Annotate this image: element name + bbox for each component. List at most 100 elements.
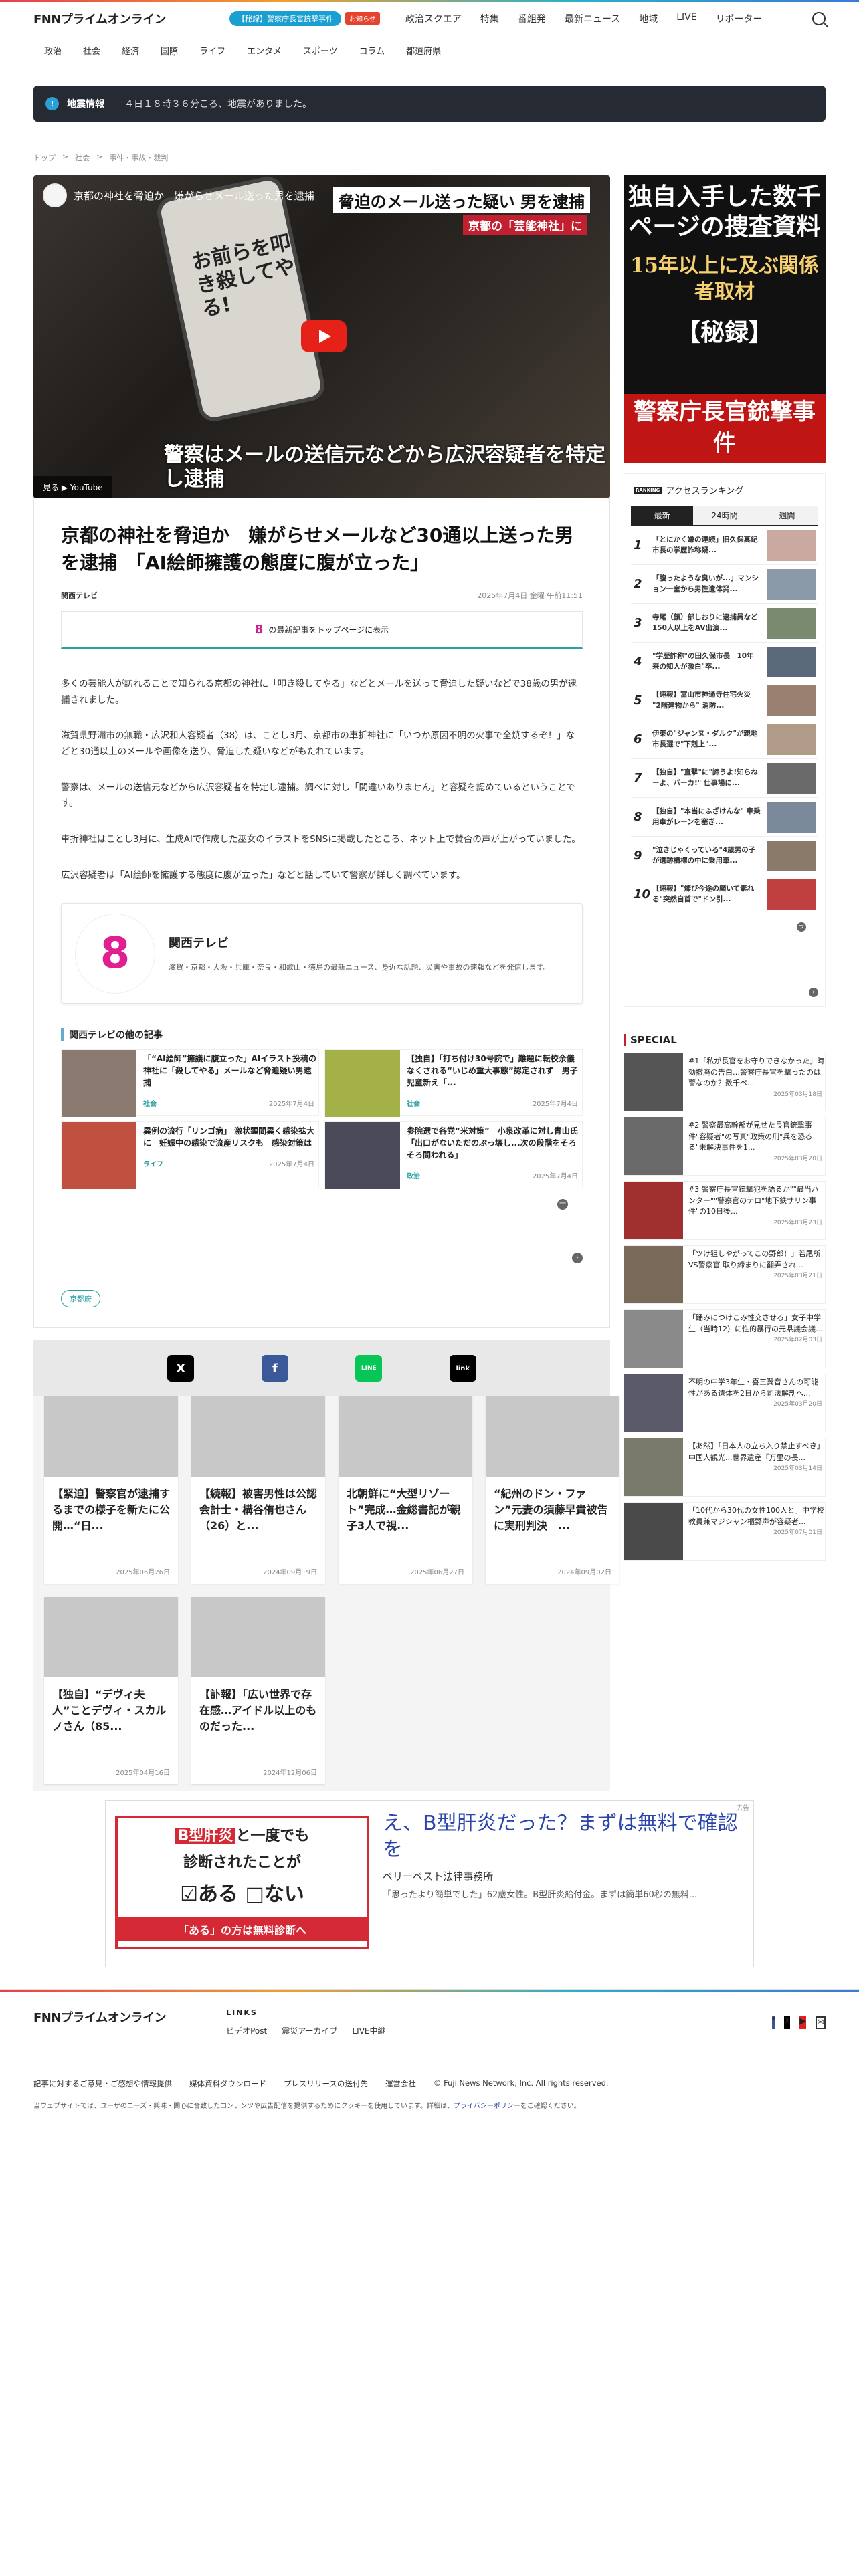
copy-link-icon[interactable]: link <box>449 1355 476 1382</box>
nav-politics-square[interactable]: 政治スクエア <box>396 12 471 25</box>
publisher-card[interactable]: 8 関西テレビ 滋賀・京都・大阪・兵庫・奈良・和歌山・徳島の最新ニュース、身近な… <box>61 903 583 1004</box>
breadcrumb-society[interactable]: 社会 <box>75 152 90 163</box>
ranking-item[interactable]: 3 寺尾（顔）部しおりに逮捕員など 150人以上をAV出演... <box>631 604 818 643</box>
recommended-card[interactable]: 【訃報】「広い世界で存在感…アイドル以上のものだった... 2024年12月06日 <box>191 1597 325 1785</box>
ranking-item[interactable]: 1 「とにかく嫌の連続」旧久保真紀市長の学歴詐称疑... <box>631 526 818 565</box>
other-article-item[interactable]: 「“AI絵師”擁護に腹立った」AIイラスト投稿の神社に「殺してやる」メールなど脅… <box>61 1049 319 1117</box>
special-item[interactable]: #2 警察最高幹部が見せた長官銃撃事件"容疑者"の写真"政策の刑"兵を恐るる"未… <box>624 1117 826 1176</box>
ranking-item[interactable]: 10 【速報】"燦び今途の顧いて素れる"突然自首で"ドン引... <box>631 875 818 914</box>
category-life[interactable]: ライフ <box>189 44 236 57</box>
footer-logo[interactable]: FNNプライムオンライン <box>33 2008 167 2026</box>
phone-image: お前らを叩き殺してやる! <box>159 178 323 420</box>
article-paragraph: 滋賀県野洲市の無職・広沢和人容疑者（38）は、ことし3月、京都市の車折神社に「い… <box>61 730 575 758</box>
x-icon[interactable]: X <box>784 2016 791 2030</box>
tab-latest[interactable]: 最新 <box>631 506 694 525</box>
share-line-icon[interactable]: LINE <box>355 1355 383 1382</box>
special-item[interactable]: 不明の中学3年生・喜三翼音さんの可能性がある遺体を2日から司法解剖へ... 202… <box>624 1374 826 1432</box>
article-thumbnail <box>325 1122 400 1190</box>
nav-reporter[interactable]: リポーター <box>706 12 772 25</box>
global-nav: 政治スクエア 特集 番組発 最新ニュース 地域 LIVE リポーター <box>396 12 772 25</box>
recommended-card[interactable]: “紀州のドン・ファン”元妻の須藤早貴被告に実刑判決 ... 2024年09月02日 <box>486 1396 619 1584</box>
nav-latest-news[interactable]: 最新ニュース <box>555 12 630 25</box>
video-caption-bottom: 警察はメールの送信元などから広沢容疑者を特定し逮捕 <box>164 443 605 491</box>
privacy-policy-link[interactable]: プライバシーポリシー <box>454 2103 520 2110</box>
article-meta: 関西テレビ 2025年7月4日 金曜 午前11:51 <box>61 590 583 601</box>
video-title-bar: 京都の神社を脅迫か 嫌がらせメール送った男を逮捕 <box>43 183 314 207</box>
other-articles-more-link[interactable]: 一覧ページへ › <box>61 1199 583 1264</box>
ranking-item[interactable]: 7 【独自】"直撃"に"諦うよ!知らねーよ、バーカ!" 仕事場に... <box>631 759 818 798</box>
feedback-link[interactable]: 記事に対するご意見・ご感想や情報提供 <box>33 2078 172 2089</box>
other-article-item[interactable]: 異例の流行「リンゴ病」 激状顕間異く感染拡大に 妊娠中の感染で流産リスクも 感染… <box>61 1121 319 1190</box>
earthquake-label: 地震情報 <box>67 99 104 110</box>
nav-live[interactable]: LIVE <box>667 12 706 25</box>
tab-weekly[interactable]: 週間 <box>755 506 818 525</box>
play-button[interactable] <box>301 320 347 352</box>
advertisement[interactable]: 広告 B型肝炎 と一度でも 診断されたことが ☑ある □ない 「ある」の方は無料診… <box>105 1800 754 1968</box>
nav-feature[interactable]: 特集 <box>471 12 508 25</box>
special-feature-banner[interactable]: 独自入手した数千ページの捜査資料 15年以上に及ぶ関係者取材 【秘録】 警察庁長… <box>624 175 826 463</box>
other-article-item[interactable]: 参院選で各党“米対策” 小泉改革に対し青山氏「出口がないただのぶっ壊し...次の… <box>324 1121 583 1190</box>
link-live[interactable]: LIVE中継 <box>352 2025 385 2036</box>
main-column: お前らを叩き殺してやる! 京都の神社を脅迫か 嫌がらせメール送った男を逮捕 脅迫… <box>33 175 619 1792</box>
chevron-right-icon: › <box>572 1253 583 1264</box>
ranking-item[interactable]: 5 【速報】富山市神通寺住宅火災 "2階建物から" 消防... <box>631 681 818 720</box>
publisher-desc: 滋賀・京都・大阪・兵庫・奈良・和歌山・徳島の最新ニュース、身近な話題、災害や事故… <box>169 963 551 972</box>
share-x-icon[interactable]: X <box>167 1355 195 1382</box>
other-article-item[interactable]: 【独自】「打ち付け30号院で」難題に転校余儀なくされる“いじめ重大事態”認定され… <box>324 1049 583 1117</box>
category-entertainment[interactable]: エンタメ <box>236 44 292 57</box>
site-logo[interactable]: FNNプライムオンライン <box>33 10 167 27</box>
ranking-item[interactable]: 6 伊東の"ジャンヌ・ダルク"が親地 市長選で"下剋上"... <box>631 720 818 759</box>
special-item[interactable]: #1「私が長官をお守りできなかった」時効撤廃の告白…警察庁長官を撃ったのは警なの… <box>624 1053 826 1111</box>
link-disaster-archive[interactable]: 震災アーカイブ <box>282 2025 337 2036</box>
recommended-card[interactable]: 北朝鮮に“大型リゾート”完成…金総書記が親子3人で視... 2025年06月27日 <box>339 1396 472 1584</box>
category-sports[interactable]: スポーツ <box>292 44 349 57</box>
notice-badge[interactable]: お知らせ <box>345 12 380 25</box>
article-date: 2025年7月4日 金曜 午前11:51 <box>477 591 583 601</box>
special-item[interactable]: 「ツけ狙しやがってこの野郎！」若尾所VS警察官 取り締まりに翻弄され... 202… <box>624 1245 826 1304</box>
special-item[interactable]: 【あ然】「日本人の立ち入り禁止すべき」中国人観光...世界遺産「万里の長... 2… <box>624 1438 826 1497</box>
link-video-post[interactable]: ビデオPost <box>226 2025 267 2036</box>
article-source[interactable]: 関西テレビ <box>61 590 98 601</box>
media-kit-link[interactable]: 媒体資料ダウンロード <box>189 2078 266 2089</box>
press-release-link[interactable]: プレスリリースの送付先 <box>284 2078 368 2089</box>
special-item[interactable]: 「10代から30代の女性100人と」中学校教員兼マジシャン櫃野声が容疑者... 2… <box>624 1502 826 1561</box>
watch-on-youtube[interactable]: 見る ▶ YouTube <box>33 476 112 498</box>
facebook-icon[interactable]: f <box>771 2016 775 2030</box>
category-politics[interactable]: 政治 <box>33 44 72 57</box>
category-society[interactable]: 社会 <box>72 44 111 57</box>
mail-icon[interactable]: ✉ <box>816 2016 826 2030</box>
nav-region[interactable]: 地域 <box>630 12 667 25</box>
recommended-card[interactable]: 【独自】“デヴィ夫人”ことデヴィ・スカルノさん（85... 2025年04月16日 <box>44 1597 178 1785</box>
earthquake-alert-bar[interactable]: ! 地震情報 ４日１８時３６分ころ、地震がありました。 <box>33 86 826 122</box>
nav-program[interactable]: 番組発 <box>508 12 555 25</box>
special-item[interactable]: 「踊みにつけこみ性交させる」女子中学生（当時12）に性的暴行の元県議会議... 2… <box>624 1309 826 1368</box>
ranking-item[interactable]: 2 「腹ったような臭いが...」マンション一室から男性遺体発... <box>631 565 818 604</box>
ranking-more-link[interactable]: ランキング一覧へ › <box>631 922 818 997</box>
ranking-item[interactable]: 8 【独自】"本当にふざけんな" 車乗用車がレーンを塞ぎ... <box>631 798 818 837</box>
search-icon[interactable] <box>812 11 826 25</box>
tab-24h[interactable]: 24時間 <box>693 506 756 525</box>
ad-banner: B型肝炎 と一度でも 診断されたことが ☑ある □ない 「ある」の方は無料診断へ <box>115 1816 369 1950</box>
category-international[interactable]: 国際 <box>150 44 189 57</box>
company-link[interactable]: 運営会社 <box>385 2078 416 2089</box>
special-item[interactable]: #3 警察庁長官銃撃犯を語るか""最当ハンター""警察官のテロ"地下鉄サリン事件… <box>624 1181 826 1240</box>
breadcrumb-top[interactable]: トップ <box>33 152 56 163</box>
video-caption-sub: 京都の「芸能神社」に <box>463 215 587 235</box>
ranking-item[interactable]: 4 "学歴詐称"の田久保市長 10年来の知人が激白"卒... <box>631 643 818 681</box>
category-column[interactable]: コラム <box>348 44 395 57</box>
breadcrumb-incident[interactable]: 事件・事故・裁判 <box>109 152 168 163</box>
channel-avatar[interactable] <box>43 183 67 207</box>
category-economy[interactable]: 経済 <box>111 44 150 57</box>
share-facebook-icon[interactable]: f <box>261 1355 288 1382</box>
youtube-icon[interactable]: ▶ <box>799 2016 807 2030</box>
recommended-card[interactable]: 【続報】被害男性は公認会計士・構谷侑也さん（26）と... 2024年09月19日 <box>191 1396 325 1584</box>
video-title[interactable]: 京都の神社を脅迫か 嫌がらせメール送った男を逮捕 <box>74 189 314 203</box>
category-prefecture[interactable]: 都道府県 <box>395 44 452 57</box>
article-paragraph: 多くの芸能人が訪れることで知られる京都の神社に「叩き殺してやる」などとメールを送… <box>61 679 577 706</box>
tag-kyoto[interactable]: 京都府 <box>61 1290 100 1308</box>
video-player[interactable]: お前らを叩き殺してやる! 京都の神社を脅迫か 嫌がらせメール送った男を逮捕 脅迫… <box>33 175 610 498</box>
special-feature-pill[interactable]: 【秘録】警察庁長官銃撃事件 <box>229 11 342 26</box>
ranking-item[interactable]: 9 "泣きじゃくっている"4歳男の子が遺跡構標の中に乗用車... <box>631 837 818 875</box>
recommended-card[interactable]: 【緊迫】警察官が逮捕するまでの様子を新たに公開…“日... 2025年06月26日 <box>44 1396 178 1584</box>
show-on-top-button[interactable]: 8 の最新記事をトップページに表示 <box>61 611 583 649</box>
